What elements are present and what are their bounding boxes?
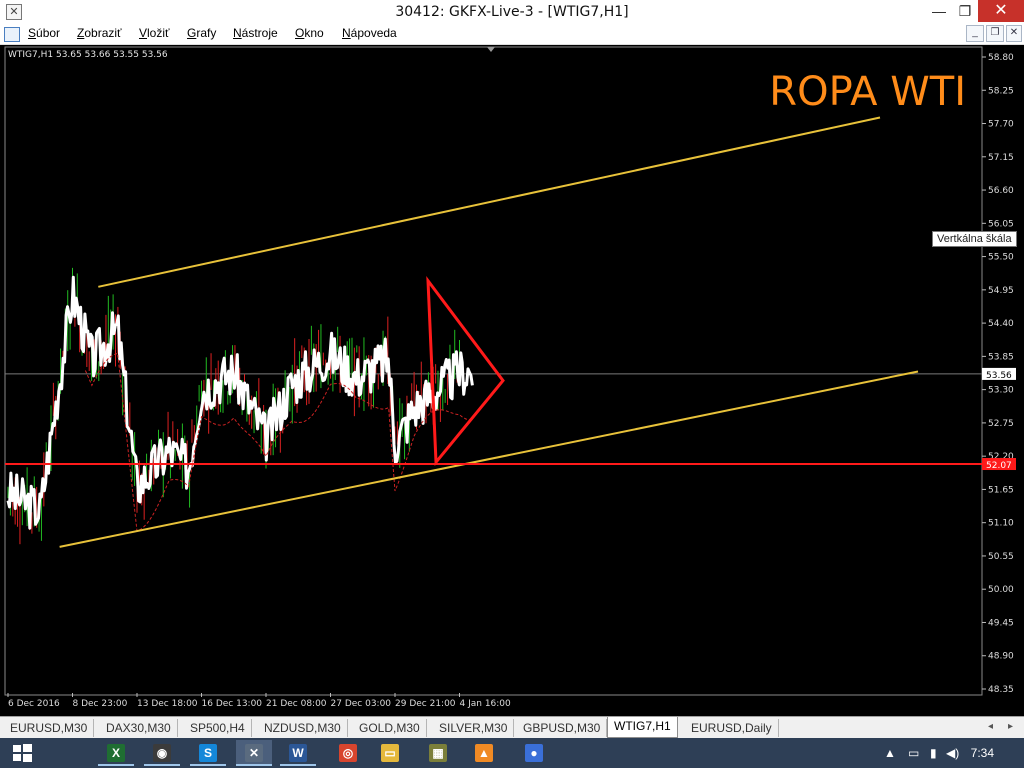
taskbar-skype[interactable]: S bbox=[190, 740, 226, 766]
chart-annotation-text: ROPA WTI bbox=[769, 69, 966, 115]
price-tick-label: 51.10 bbox=[988, 519, 1014, 529]
price-tick-label: 56.60 bbox=[988, 186, 1014, 196]
taskbar-photos[interactable]: ▦ bbox=[420, 740, 456, 766]
taskbar-xbox[interactable]: ◉ bbox=[144, 740, 180, 766]
price-tick-label: 50.55 bbox=[988, 552, 1014, 562]
tray-monitor-icon[interactable]: ▭ bbox=[908, 746, 919, 760]
taskbar-excel[interactable]: X bbox=[98, 740, 134, 766]
child-restore-button[interactable]: ❐ bbox=[986, 25, 1004, 42]
price-tick-label: 49.45 bbox=[988, 618, 1014, 628]
time-tick-label: 4 Jan 16:00 bbox=[460, 699, 512, 709]
folder-icon: ▭ bbox=[381, 744, 399, 762]
price-tick-label: 56.05 bbox=[988, 219, 1014, 229]
taskbar-metatrader[interactable]: ✕ bbox=[236, 740, 272, 766]
price-chart[interactable]: 58.80 58.25 57.70 57.15 56.60 56.05 55.50 54.95… bbox=[0, 45, 1024, 716]
title-bar: ✕ 30412: GKFX-Live-3 - [WTIG7,H1] — ❐ ✕ bbox=[0, 0, 1024, 24]
price-tick-label: 54.95 bbox=[988, 286, 1014, 296]
price-tick-label: 55.50 bbox=[988, 253, 1014, 263]
start-button[interactable] bbox=[4, 740, 40, 766]
tab-eurusd-daily[interactable]: EURUSD,Daily bbox=[685, 719, 779, 737]
price-series-line bbox=[6, 275, 474, 530]
price-tick-label: 53.30 bbox=[988, 386, 1014, 396]
taskbar-clock[interactable]: 7:34 bbox=[971, 746, 994, 760]
taskbar-vlc[interactable]: ▲ bbox=[466, 740, 502, 766]
tab-gold-m30[interactable]: GOLD,M30 bbox=[353, 719, 427, 737]
menu-file[interactable]: Súbor bbox=[28, 26, 60, 40]
chart-tabs: EURUSD,M30 DAX30,M30 SP500,H4 NZDUSD,M30… bbox=[0, 716, 1024, 739]
skype-icon: S bbox=[199, 744, 217, 762]
vlc-icon: ▲ bbox=[475, 744, 493, 762]
triangle-pattern bbox=[426, 275, 505, 467]
chart-shift-marker bbox=[487, 47, 495, 52]
xbox-icon: ◉ bbox=[153, 744, 171, 762]
menu-tools[interactable]: Nástroje bbox=[233, 26, 278, 40]
windows-taskbar: X ◉ S ✕ W ◎ ▭ ▦ ▲ ● ▲ ▭ ▮ ◀) 7:34 bbox=[0, 738, 1024, 768]
app-icon: ● bbox=[525, 744, 543, 762]
chart-canvas[interactable]: 58.80 58.25 57.70 57.15 56.60 56.05 55.50 54.95… bbox=[0, 45, 1024, 716]
close-button[interactable]: ✕ bbox=[978, 0, 1024, 22]
price-tick-label: 48.35 bbox=[988, 685, 1014, 695]
document-icon[interactable] bbox=[4, 27, 20, 42]
price-tick-label: 57.70 bbox=[988, 120, 1014, 130]
tab-nzdusd-m30[interactable]: NZDUSD,M30 bbox=[258, 719, 348, 737]
time-tick-label: 6 Dec 2016 bbox=[8, 699, 60, 709]
price-tick-label: 50.00 bbox=[988, 585, 1014, 595]
tab-scroll-right-icon[interactable]: ▸ bbox=[1008, 721, 1013, 732]
price-tick-label: 51.65 bbox=[988, 485, 1014, 495]
tab-eurusd-m30[interactable]: EURUSD,M30 bbox=[4, 719, 95, 737]
metatrader-icon: ✕ bbox=[245, 744, 263, 762]
taskbar-chrome[interactable]: ◎ bbox=[330, 740, 366, 766]
menu-insert[interactable]: Vložiť bbox=[139, 26, 170, 40]
window-title: 30412: GKFX-Live-3 - [WTIG7,H1] bbox=[395, 4, 629, 20]
vertical-scale-tooltip: Vertkálna škála bbox=[932, 231, 1017, 247]
tab-dax30-m30[interactable]: DAX30,M30 bbox=[100, 719, 178, 737]
menu-help[interactable]: Nápoveda bbox=[342, 26, 397, 40]
time-tick-label: 21 Dec 08:00 bbox=[266, 699, 327, 709]
tray-battery-icon[interactable]: ▮ bbox=[930, 746, 937, 760]
tab-sp500-h4[interactable]: SP500,H4 bbox=[184, 719, 252, 737]
time-tick-label: 29 Dec 21:00 bbox=[395, 699, 456, 709]
price-tick-label: 58.80 bbox=[988, 53, 1014, 63]
time-tick-label: 27 Dec 03:00 bbox=[331, 699, 392, 709]
menu-bar: Súbor Zobraziť Vložiť Grafy Nástroje Okn… bbox=[0, 24, 1024, 45]
price-tick-label: 48.90 bbox=[988, 652, 1014, 662]
tab-scroll-left-icon[interactable]: ◂ bbox=[988, 721, 993, 732]
tray-volume-icon[interactable]: ◀) bbox=[946, 746, 959, 760]
price-tick-label: 52.75 bbox=[988, 419, 1014, 429]
time-tick-label: 8 Dec 23:00 bbox=[73, 699, 128, 709]
taskbar-app[interactable]: ● bbox=[516, 740, 552, 766]
menu-charts[interactable]: Grafy bbox=[187, 26, 216, 40]
current-price-label: 53.56 bbox=[986, 371, 1012, 381]
chart-frame-border bbox=[4, 46, 983, 696]
maximize-button[interactable]: ❐ bbox=[950, 0, 980, 22]
price-tick-label: 54.40 bbox=[988, 319, 1014, 329]
windows-icon bbox=[13, 744, 32, 762]
chrome-icon: ◎ bbox=[339, 744, 357, 762]
child-close-button[interactable]: ✕ bbox=[1006, 25, 1022, 42]
time-tick-label: 13 Dec 18:00 bbox=[137, 699, 198, 709]
photos-icon: ▦ bbox=[429, 744, 447, 762]
taskbar-word[interactable]: W bbox=[280, 740, 316, 766]
tab-gbpusd-m30[interactable]: GBPUSD,M30 bbox=[517, 719, 608, 737]
menu-window[interactable]: Okno bbox=[295, 26, 324, 40]
child-minimize-button[interactable]: _ bbox=[966, 25, 984, 42]
price-tick-label: 57.15 bbox=[988, 153, 1014, 163]
tab-silver-m30[interactable]: SILVER,M30 bbox=[433, 719, 515, 737]
price-tick-label: 53.85 bbox=[988, 352, 1014, 362]
time-tick-label: 16 Dec 13:00 bbox=[202, 699, 263, 709]
word-icon: W bbox=[289, 744, 307, 762]
tab-wtig7-h1[interactable]: WTIG7,H1 bbox=[607, 717, 678, 738]
support-price-label: 52.07 bbox=[986, 461, 1012, 471]
menu-view[interactable]: Zobraziť bbox=[77, 26, 122, 40]
upper-channel-line bbox=[98, 116, 881, 288]
chart-info-label: WTIG7,H1 53.65 53.66 53.55 53.56 bbox=[8, 50, 168, 60]
excel-icon: X bbox=[107, 744, 125, 762]
price-tick-label: 58.25 bbox=[988, 86, 1014, 96]
taskbar-explorer[interactable]: ▭ bbox=[372, 740, 408, 766]
tray-overflow-icon[interactable]: ▲ bbox=[884, 746, 896, 760]
